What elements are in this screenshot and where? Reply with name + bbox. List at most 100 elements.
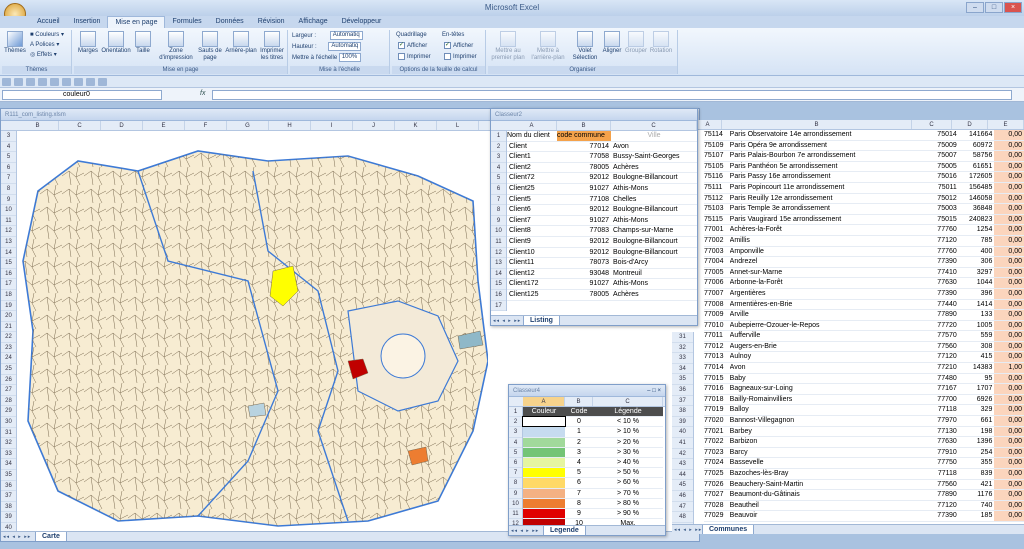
aligner-button[interactable]: Aligner — [600, 31, 624, 55]
commune-cell[interactable]: Aufferville — [730, 331, 920, 341]
tab-accueil[interactable]: Accueil — [30, 16, 67, 28]
row-header[interactable]: 2 — [509, 417, 522, 428]
commune-cell[interactable]: 77001 — [704, 225, 730, 235]
commune-cell[interactable]: 77005 — [704, 268, 730, 278]
rotation-button[interactable]: Rotation — [648, 31, 674, 55]
commune-cell[interactable]: 77021 — [704, 427, 730, 437]
commune-cell[interactable]: 77026 — [704, 480, 730, 490]
echelle-combo[interactable]: 100% — [338, 53, 361, 62]
legend-label[interactable]: > 20 % — [593, 438, 663, 447]
row-header[interactable]: 46 — [672, 491, 693, 502]
row-header[interactable]: 10 — [509, 499, 522, 509]
commune-cell[interactable]: 77120 — [919, 501, 959, 511]
row-header[interactable]: 34 — [672, 364, 693, 375]
commune-cell[interactable]: 77760 — [919, 247, 959, 257]
commune-cell[interactable]: 1396 — [959, 437, 995, 447]
legend-code[interactable]: 7 — [565, 489, 593, 498]
row-header[interactable]: 15 — [1, 258, 16, 269]
legend-label[interactable]: > 30 % — [593, 448, 663, 457]
listing-cell[interactable]: 77058 — [557, 152, 611, 162]
row-header[interactable]: 10 — [491, 226, 506, 237]
commune-cell[interactable]: 61651 — [959, 162, 995, 172]
row-header[interactable]: 22 — [1, 332, 16, 343]
commune-cell[interactable]: 75116 — [704, 172, 730, 182]
commune-cell[interactable]: Baby — [730, 374, 920, 384]
row-header[interactable]: 25 — [1, 364, 16, 375]
commune-cell[interactable]: 77027 — [704, 490, 730, 500]
commune-cell[interactable]: Barbizon — [730, 437, 920, 447]
tab-affichage[interactable]: Affichage — [292, 16, 335, 28]
commune-cell[interactable]: 77440 — [919, 300, 959, 310]
commune-cell[interactable]: 0,00 — [994, 214, 1024, 225]
commune-cell[interactable]: 0,00 — [994, 341, 1024, 352]
col-header[interactable]: J — [353, 121, 395, 130]
commune-cell[interactable]: 77720 — [919, 321, 959, 331]
col-c[interactable]: C — [611, 121, 697, 130]
legend-label[interactable]: > 80 % — [593, 499, 663, 508]
legend-color-swatch[interactable] — [522, 416, 566, 428]
print-icon[interactable] — [38, 78, 47, 86]
listing-cell[interactable]: Avon — [611, 142, 697, 152]
quadrillage-imprimer-checkbox[interactable]: Imprimer — [398, 53, 431, 62]
commune-cell[interactable]: 240823 — [959, 215, 995, 225]
map-ile-de-france[interactable] — [18, 131, 489, 529]
commune-cell[interactable]: 77910 — [919, 448, 959, 458]
legend-color-swatch[interactable] — [523, 478, 565, 488]
commune-cell[interactable]: 1707 — [959, 384, 995, 394]
row-header[interactable]: 47 — [672, 502, 693, 513]
commune-cell[interactable]: 0,00 — [994, 151, 1024, 161]
commune-cell[interactable]: 60972 — [959, 141, 995, 151]
fx-icon[interactable]: fx — [200, 90, 205, 97]
commune-cell[interactable]: 77890 — [919, 310, 959, 320]
commune-cell[interactable]: 0,00 — [994, 320, 1024, 331]
premier-plan-button[interactable]: Mettre au premier plan — [490, 31, 526, 62]
commune-cell[interactable]: 77560 — [919, 342, 959, 352]
legend-label[interactable]: > 90 % — [593, 509, 663, 518]
row-header[interactable]: 19 — [1, 301, 16, 312]
commune-cell[interactable]: Balloy — [730, 405, 920, 415]
sheet-tab-legende[interactable]: Legende — [543, 526, 586, 535]
new-icon[interactable] — [62, 78, 71, 86]
commune-cell[interactable]: 0,00 — [994, 288, 1024, 299]
listing-cell[interactable]: Champs-sur-Marne — [611, 226, 697, 236]
row-header[interactable]: 39 — [1, 512, 16, 523]
commune-cell[interactable]: 75007 — [919, 151, 959, 161]
row-header[interactable]: 42 — [672, 449, 693, 460]
commune-cell[interactable]: 77010 — [704, 321, 730, 331]
commune-cell[interactable]: 1414 — [959, 300, 995, 310]
row-header[interactable]: 12 — [491, 248, 506, 259]
sheet-tab-carte[interactable]: Carte — [35, 532, 67, 541]
legend-header-cell[interactable]: Couleur — [523, 407, 565, 416]
commune-cell[interactable]: 58756 — [959, 151, 995, 161]
commune-cell[interactable]: 0,00 — [994, 246, 1024, 257]
listing-cell[interactable]: Client172 — [507, 279, 557, 289]
row-header[interactable]: 20 — [1, 311, 16, 322]
sheet-tab-listing[interactable]: Listing — [523, 316, 560, 325]
commune-cell[interactable]: Amillis — [730, 236, 920, 246]
commune-cell[interactable]: 355 — [959, 458, 995, 468]
commune-cell[interactable]: 0,00 — [994, 204, 1024, 214]
listing-cell[interactable]: Client9 — [507, 237, 557, 247]
commune-cell[interactable]: 77118 — [919, 469, 959, 479]
commune-cell[interactable]: 77025 — [704, 469, 730, 479]
commune-cell[interactable]: 1005 — [959, 321, 995, 331]
row-header[interactable]: 3 — [1, 131, 16, 142]
tab-donn-es[interactable]: Données — [209, 16, 251, 28]
commune-cell[interactable]: 77028 — [704, 501, 730, 511]
commune-cell[interactable]: 75112 — [704, 194, 730, 204]
commune-cell[interactable]: 77390 — [919, 289, 959, 299]
commune-cell[interactable]: 77013 — [704, 352, 730, 362]
commune-cell[interactable]: 77130 — [919, 427, 959, 437]
commune-cell[interactable]: 75014 — [919, 130, 959, 140]
commune-cell[interactable]: 661 — [959, 416, 995, 426]
commune-cell[interactable]: 1176 — [959, 490, 995, 500]
row-header[interactable]: 43 — [672, 459, 693, 470]
commune-cell[interactable]: 0,00 — [994, 490, 1024, 500]
listing-cell[interactable]: Athis-Mons — [611, 216, 697, 226]
commune-cell[interactable]: 77018 — [704, 395, 730, 405]
commune-cell[interactable]: 172605 — [959, 172, 995, 182]
maximize-icon[interactable]: □ — [652, 388, 656, 394]
quadrillage-afficher-checkbox[interactable]: ✓ Afficher — [398, 42, 427, 51]
commune-cell[interactable]: 77390 — [919, 257, 959, 267]
commune-cell[interactable]: 77760 — [919, 225, 959, 235]
